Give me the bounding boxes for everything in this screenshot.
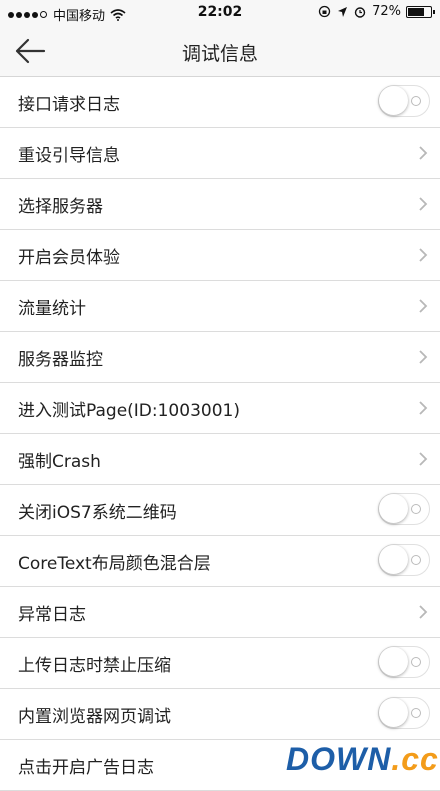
list-item-label: 开启会员体验 (18, 248, 120, 268)
toggle-off-icon (411, 708, 421, 718)
toggle-off-icon (411, 504, 421, 514)
chevron-right-icon (419, 248, 428, 262)
list-item[interactable]: 服务器监控 (0, 332, 440, 383)
toggle-knob (379, 647, 408, 676)
list-item-label: 重设引导信息 (18, 146, 120, 166)
chevron-right-icon (419, 299, 428, 313)
list-item-label: 选择服务器 (18, 197, 103, 217)
battery-icon (406, 5, 435, 18)
alarm-icon (354, 6, 366, 18)
list-item[interactable]: 强制Crash (0, 434, 440, 485)
battery-fill (408, 7, 424, 16)
list-item[interactable]: 接口请求日志 (0, 77, 440, 128)
chevron-right-icon (419, 197, 428, 211)
list-item[interactable]: 重设引导信息 (0, 128, 440, 179)
toggle-knob (379, 698, 408, 727)
toggle-switch[interactable] (378, 544, 430, 576)
chevron-right-icon (419, 350, 428, 364)
watermark-logo: DOWN.cc (286, 741, 439, 777)
list-item-label: 上传日志时禁止压缩 (18, 656, 171, 676)
list-item-label: 服务器监控 (18, 350, 103, 370)
list-item[interactable]: 流量统计 (0, 281, 440, 332)
list-item-label: CoreText布局颜色混合层 (18, 554, 211, 574)
chevron-right-icon (419, 605, 428, 619)
list-item-label: 接口请求日志 (18, 95, 120, 115)
status-right: 72% (318, 4, 435, 19)
toggle-switch[interactable] (378, 646, 430, 678)
navigation-bar: 调试信息 (0, 26, 440, 77)
list-item-label: 异常日志 (18, 605, 86, 625)
list-item-label: 流量统计 (18, 299, 86, 319)
toggle-switch[interactable] (378, 697, 430, 729)
page-title: 调试信息 (181, 43, 258, 65)
toggle-switch[interactable] (378, 493, 430, 525)
location-icon (338, 6, 348, 17)
battery-percent: 72% (372, 4, 401, 19)
list-item-label: 关闭iOS7系统二维码 (18, 503, 177, 523)
settings-list: 接口请求日志 重设引导信息 选择服务器开启会员体验 流量统计服务器监控进入测试Page… (0, 77, 440, 791)
list-item[interactable]: 内置浏览器网页调试 (0, 689, 440, 740)
chevron-right-icon (419, 146, 428, 160)
list-item[interactable]: 开启会员体验 (0, 230, 440, 281)
toggle-knob (379, 494, 408, 523)
list-item[interactable]: 选择服务器 (0, 179, 440, 230)
status-bar: 中国移动 22:02 72% (0, 0, 440, 26)
list-item[interactable]: 异常日志 (0, 587, 440, 638)
list-item[interactable]: CoreText布局颜色混合层 (0, 536, 440, 587)
toggle-off-icon (411, 96, 421, 106)
toggle-off-icon (411, 657, 421, 667)
toggle-switch[interactable] (378, 85, 430, 117)
toggle-knob (379, 545, 408, 574)
rotation-lock-icon (318, 5, 331, 18)
list-item[interactable]: 关闭iOS7系统二维码 (0, 485, 440, 536)
list-item-label: 进入测试Page(ID:1003001) (18, 401, 240, 421)
chevron-right-icon (419, 452, 428, 466)
list-item-label: 点击开启广告日志 (18, 758, 154, 778)
toggle-knob (379, 86, 408, 115)
chevron-right-icon (419, 401, 428, 415)
list-item-label: 强制Crash (18, 452, 101, 472)
list-item[interactable]: 上传日志时禁止压缩 (0, 638, 440, 689)
list-item[interactable]: 进入测试Page(ID:1003001) (0, 383, 440, 434)
list-item-label: 内置浏览器网页调试 (18, 707, 171, 727)
toggle-off-icon (411, 555, 421, 565)
